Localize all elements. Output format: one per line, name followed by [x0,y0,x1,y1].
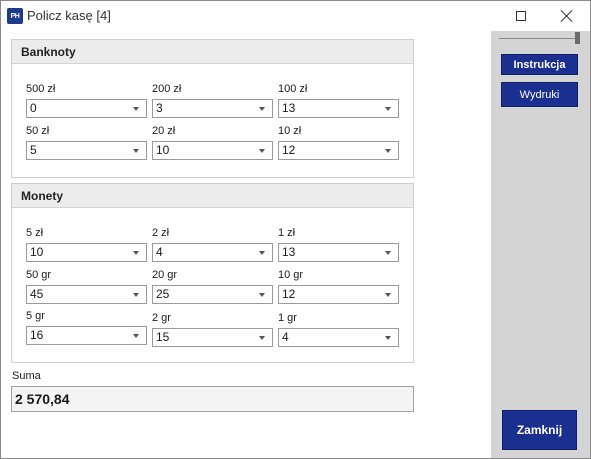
label-1-zl: 1 zł [278,227,296,239]
monety-group: Monety 5 zł 10 2 zł 4 1 zł 13 50 gr 45 2… [11,183,414,363]
maximize-button[interactable] [498,1,544,31]
combo-1-gr[interactable]: 4 [278,328,399,347]
chevron-down-icon [259,149,265,153]
combo-2-zl[interactable]: 4 [152,243,273,262]
chevron-down-icon [259,336,265,340]
combo-value: 13 [282,245,296,259]
combo-5-zl[interactable]: 10 [26,243,147,262]
chevron-down-icon [385,251,391,255]
combo-50-gr[interactable]: 45 [26,285,147,304]
chevron-down-icon [385,293,391,297]
label-50-zl: 50 zł [26,125,50,137]
title-bar[interactable]: PH Policz kasę [4] [1,1,590,31]
policz-kase-window: PH Policz kasę [4] Banknoty 500 zł 0 200… [0,0,591,459]
banknoty-group: Banknoty 500 zł 0 200 zł 3 100 zł 13 50 … [11,39,414,178]
chevron-down-icon [385,149,391,153]
chevron-down-icon [385,336,391,340]
label-5-gr: 5 gr [26,310,45,322]
combo-value: 4 [282,330,289,344]
instrukcja-button[interactable]: Instrukcja [501,54,578,75]
wydruki-button[interactable]: Wydruki [501,82,578,107]
zamknij-button[interactable]: Zamknij [502,410,577,450]
label-20-zl: 20 zł [152,125,176,137]
combo-100-zl[interactable]: 13 [278,99,399,118]
monety-header: Monety [12,184,413,208]
label-5-zl: 5 zł [26,227,44,239]
chevron-down-icon [259,107,265,111]
combo-50-zl[interactable]: 5 [26,141,147,160]
app-logo-icon: PH [7,8,23,24]
combo-value: 12 [282,287,296,301]
window-title: Policz kasę [4] [27,8,111,23]
combo-500-zl[interactable]: 0 [26,99,147,118]
chevron-down-icon [259,293,265,297]
chevron-down-icon [385,107,391,111]
chevron-down-icon [133,293,139,297]
combo-value: 16 [30,328,44,342]
side-panel: Instrukcja Wydruki Zamknij [491,31,590,458]
label-500-zl: 500 zł [26,83,56,95]
combo-10-zl[interactable]: 12 [278,141,399,160]
combo-20-zl[interactable]: 10 [152,141,273,160]
panel-slider-track[interactable] [499,38,579,39]
label-50-gr: 50 gr [26,269,52,281]
combo-10-gr[interactable]: 12 [278,285,399,304]
label-2-gr: 2 gr [152,312,171,324]
label-10-zl: 10 zł [278,125,302,137]
chevron-down-icon [133,251,139,255]
combo-1-zl[interactable]: 13 [278,243,399,262]
chevron-down-icon [133,107,139,111]
combo-value: 12 [282,143,296,157]
chevron-down-icon [133,149,139,153]
combo-value: 13 [282,101,296,115]
banknoty-header: Banknoty [12,40,413,64]
combo-value: 4 [156,245,163,259]
combo-2-gr[interactable]: 15 [152,328,273,347]
label-10-gr: 10 gr [278,269,304,281]
close-window-button[interactable] [544,1,590,31]
combo-200-zl[interactable]: 3 [152,99,273,118]
chevron-down-icon [133,334,139,338]
label-20-gr: 20 gr [152,269,178,281]
panel-slider-thumb[interactable] [575,32,580,44]
combo-value: 0 [30,101,37,115]
combo-value: 10 [156,143,170,157]
maximize-icon [516,11,526,21]
combo-value: 15 [156,330,170,344]
combo-value: 3 [156,101,163,115]
suma-label: Suma [12,370,41,382]
label-100-zl: 100 zł [278,83,308,95]
combo-value: 5 [30,143,37,157]
label-1-gr: 1 gr [278,312,297,324]
chevron-down-icon [259,251,265,255]
close-icon [561,10,573,22]
suma-value-field: 2 570,84 [11,386,414,412]
label-200-zl: 200 zł [152,83,182,95]
combo-value: 45 [30,287,44,301]
label-2-zl: 2 zł [152,227,170,239]
combo-value: 10 [30,245,44,259]
combo-value: 25 [156,287,170,301]
combo-20-gr[interactable]: 25 [152,285,273,304]
combo-5-gr[interactable]: 16 [26,326,147,345]
